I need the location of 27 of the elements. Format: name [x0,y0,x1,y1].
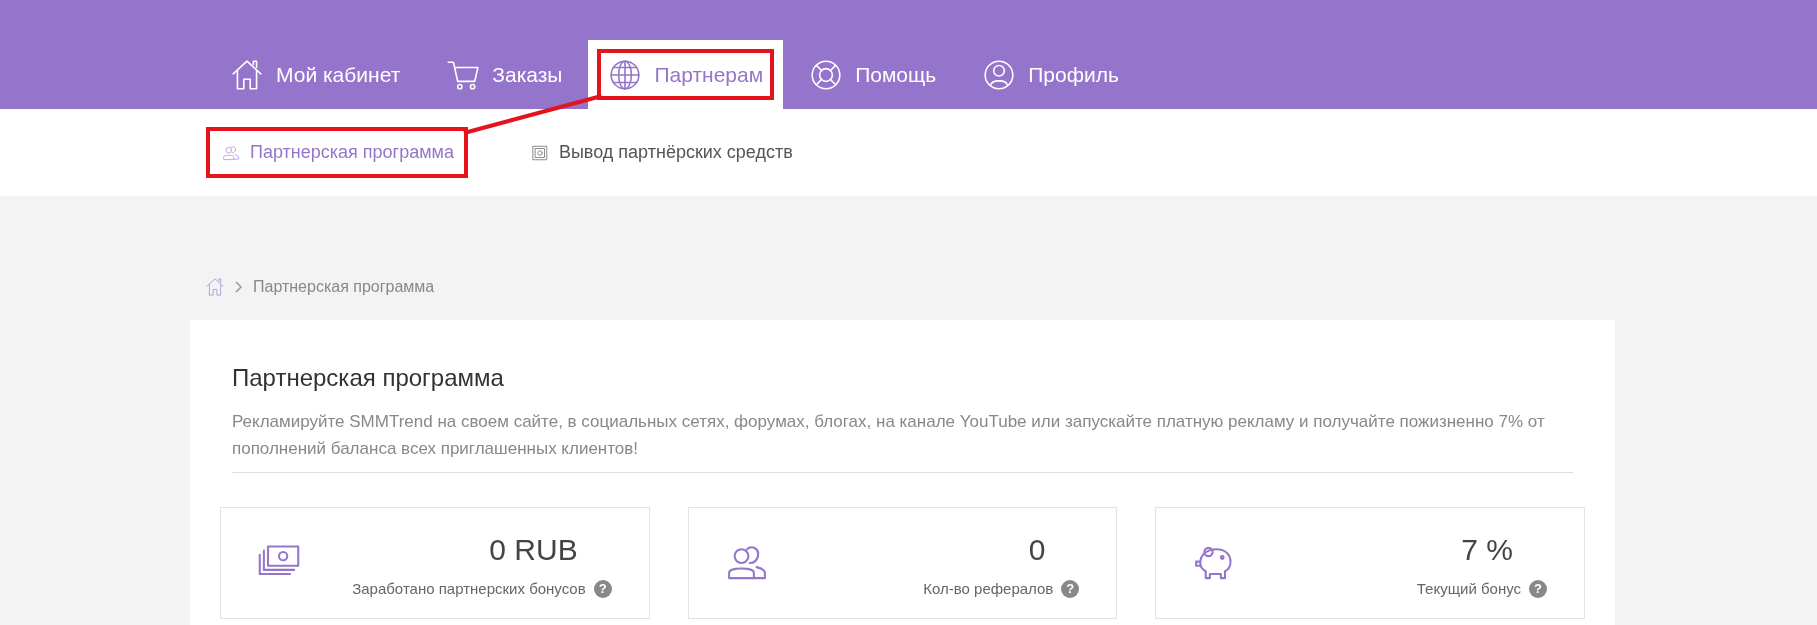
stat-label: Кол-во рефералов [923,578,1054,599]
safe-icon [530,143,549,162]
users-icon [222,143,240,162]
nav-tab[interactable]: Профиль [962,40,1139,109]
stat-value: 7 % [1460,531,1514,568]
nav-tab[interactable]: Партнерам [588,40,784,109]
panel-title: Партнерская программа [232,363,505,393]
chevron-icon [235,281,243,293]
home-icon [230,57,264,92]
stat-label: Текущий бонус [1416,578,1521,599]
stat-label: Заработано партнерских бонусов [352,578,586,599]
stat-value: 0 RUB [488,531,579,568]
user-icon [982,57,1017,92]
subnav-link[interactable]: Вывод партнёрских средств [518,131,803,174]
help-icon[interactable]: ? [1061,579,1080,598]
breadcrumb-current: Партнерская программа [253,277,435,297]
help-icon[interactable]: ? [1529,579,1547,598]
help-icon[interactable]: ? [593,579,612,598]
stat-value: 0 [1027,531,1047,568]
lifebuoy-icon [809,57,844,92]
nav-tab[interactable]: Мой кабинет [210,40,421,109]
subnav-link[interactable]: Партнерская программа [210,131,464,174]
nav-tab[interactable]: Помощь [789,40,957,109]
panel-description: Рекламируйте SMMTrend на своем сайте, в социальных сетях, форумах, блогах, на канале YouTube или запускайте платную рекламу и получайте пожизненно 7% от пополнений баланса всех приглашенных клиентов! [232,408,1573,474]
globe-icon [608,57,643,92]
nav-tab[interactable]: Заказы [426,40,583,109]
home-icon[interactable] [205,277,225,297]
